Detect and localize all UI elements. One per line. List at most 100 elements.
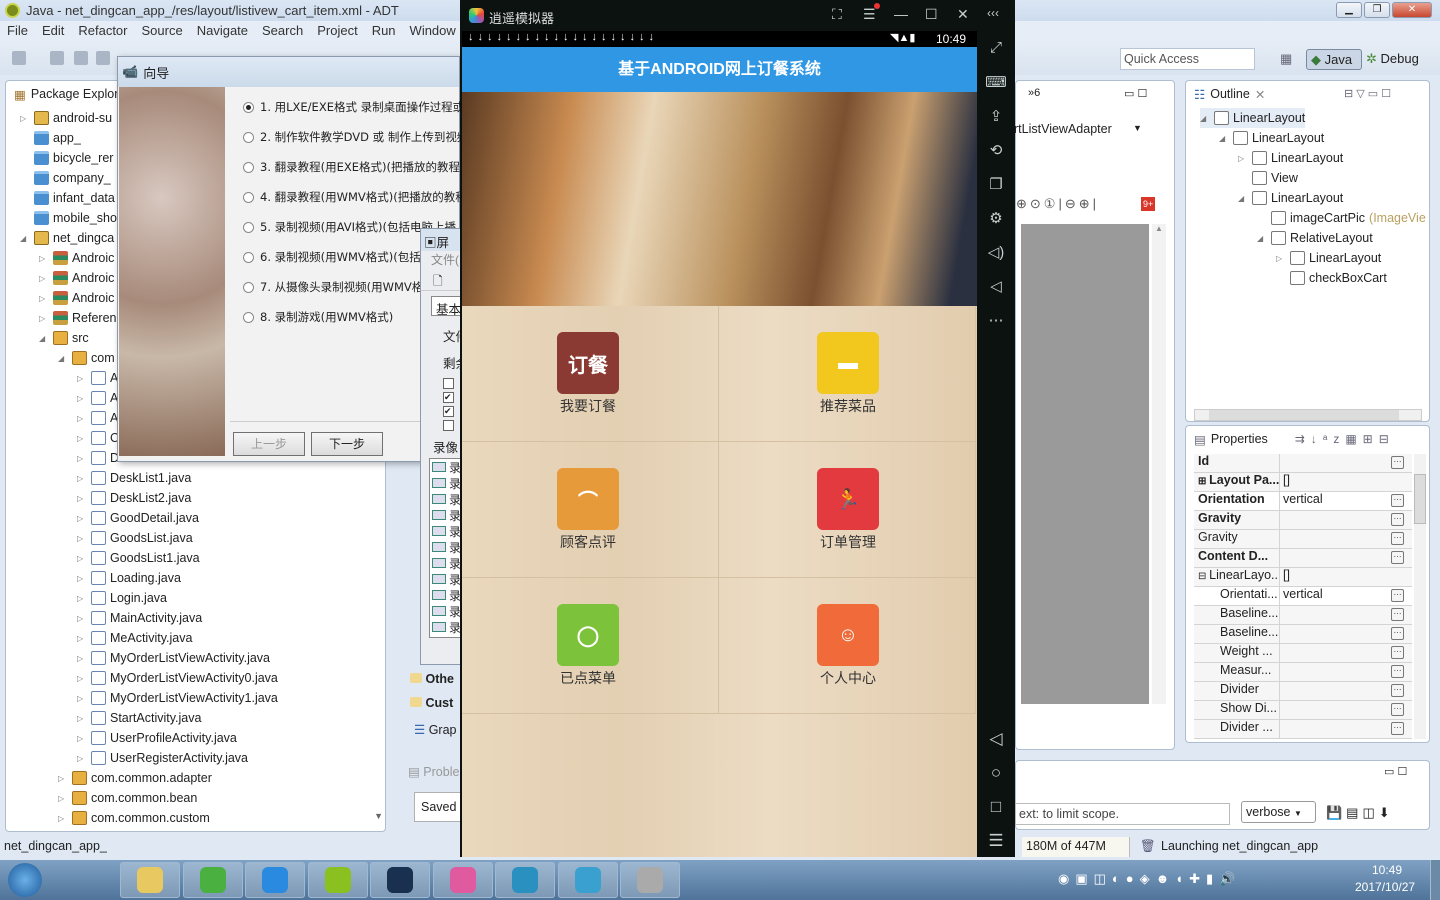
- tree-item[interactable]: ▷ DeskList2.java: [77, 488, 191, 508]
- multi-window-icon[interactable]: ❐: [985, 175, 1007, 193]
- tree-item[interactable]: ▷ UserProfileActivity.java: [77, 728, 237, 748]
- radio-button[interactable]: [243, 101, 254, 113]
- property-edit-button[interactable]: ···: [1391, 627, 1404, 640]
- tree-arrow-icon[interactable]: ◢: [1257, 234, 1267, 243]
- expand-arrow-icon[interactable]: ▷: [58, 814, 68, 823]
- expand-arrow-icon[interactable]: ▷: [39, 254, 49, 263]
- next-button[interactable]: 下一步: [311, 432, 383, 456]
- minimize-view-icon[interactable]: ▭ ☐: [1124, 87, 1147, 100]
- property-edit-button[interactable]: ···: [1391, 665, 1404, 678]
- tree-item[interactable]: ▷ Androic: [39, 248, 114, 268]
- tree-item[interactable]: ▷ C: [77, 428, 119, 448]
- print-icon[interactable]: [96, 51, 110, 65]
- tree-item[interactable]: ▷ D: [77, 448, 119, 468]
- layout-canvas[interactable]: [1021, 224, 1149, 704]
- menu-window[interactable]: Window: [403, 21, 463, 41]
- expand-arrow-icon[interactable]: ▷: [77, 674, 87, 683]
- menu-cell-2[interactable]: ▬ 推荐菜品: [719, 306, 976, 442]
- property-row[interactable]: Baseline... ···: [1194, 606, 1412, 625]
- dialog2-menu[interactable]: 文件(: [421, 251, 464, 269]
- taskbar-screen-recorder[interactable]: [620, 862, 680, 898]
- checkbox[interactable]: [443, 420, 454, 431]
- collapse-sidebar-icon[interactable]: ‹‹‹: [987, 6, 999, 20]
- expand-arrow-icon[interactable]: ▷: [39, 274, 49, 283]
- taskbar-file-explorer[interactable]: [120, 862, 180, 898]
- menu-cell-6[interactable]: ☺ 个人中心: [719, 578, 976, 714]
- tree-item[interactable]: ▷ com.common.custom: [58, 808, 210, 828]
- tree-item[interactable]: ▷ MainActivity.java: [77, 608, 202, 628]
- editor-tabs-overflow[interactable]: »6: [1028, 87, 1040, 99]
- back-icon[interactable]: ◁: [985, 729, 1007, 749]
- properties-scrollbar[interactable]: [1414, 454, 1426, 739]
- tree-arrow-icon[interactable]: ◢: [1219, 134, 1229, 143]
- property-edit-button[interactable]: ···: [1391, 722, 1404, 735]
- tree-item[interactable]: company_: [20, 168, 111, 188]
- outline-item[interactable]: ▷ LinearLayout: [1276, 248, 1381, 268]
- tree-item[interactable]: ◢ src: [39, 328, 89, 348]
- collapse-arrow-icon[interactable]: ◢: [58, 354, 68, 363]
- tree-item[interactable]: ▷ A: [77, 368, 118, 388]
- menu-edit[interactable]: Edit: [35, 21, 71, 41]
- screenshot-icon[interactable]: ⛶: [832, 6, 842, 23]
- expand-icon[interactable]: ⊞: [1198, 476, 1209, 487]
- recording-list-item[interactable]: 录: [430, 491, 463, 507]
- tree-item[interactable]: ▷ com.common.bean: [58, 788, 197, 808]
- expand-arrow-icon[interactable]: ▷: [58, 794, 68, 803]
- checkbox[interactable]: ✔: [443, 406, 454, 417]
- save-all-icon[interactable]: [74, 51, 88, 65]
- taskbar-media-player[interactable]: [495, 862, 555, 898]
- expand-arrow-icon[interactable]: ▷: [77, 414, 87, 423]
- close-tab-icon[interactable]: ✕: [1255, 87, 1265, 102]
- logcat-view-controls-icons[interactable]: ▭ ☐: [1384, 765, 1407, 778]
- tree-item[interactable]: ▷ A: [77, 408, 118, 428]
- graphical-layout-tab[interactable]: ☰ Grap: [414, 722, 457, 737]
- tree-item[interactable]: ▷ com.common.adapter: [58, 768, 212, 788]
- tree-item[interactable]: ▷ MyOrderListViewActivity1.java: [77, 688, 278, 708]
- recording-list-item[interactable]: 录: [430, 523, 463, 539]
- tree-item[interactable]: ▷ A: [77, 388, 118, 408]
- collapse-icon[interactable]: ⊟: [1198, 571, 1209, 582]
- menu-run[interactable]: Run: [365, 21, 403, 41]
- tree-item[interactable]: ▷ GoodsList.java: [77, 528, 193, 548]
- outline-item[interactable]: View: [1238, 168, 1298, 188]
- tree-item[interactable]: app_: [20, 128, 81, 148]
- expand-arrow-icon[interactable]: ▷: [77, 654, 87, 663]
- tree-item[interactable]: ▷ GoodDetail.java: [77, 508, 199, 528]
- tree-item[interactable]: ▷ Login.java: [77, 588, 167, 608]
- tree-item[interactable]: ▷ Loading.java: [77, 568, 181, 588]
- recording-list-item[interactable]: 录: [430, 475, 463, 491]
- minimize-button[interactable]: ▁: [1336, 2, 1362, 18]
- tree-item[interactable]: ▷ Referen: [39, 308, 116, 328]
- properties-tab[interactable]: ▤ Properties ⇉↓ᵃz▦⊞⊟: [1186, 426, 1429, 452]
- expand-arrow-icon[interactable]: ▷: [77, 714, 87, 723]
- expand-arrow-icon[interactable]: ▷: [77, 554, 87, 563]
- property-edit-button[interactable]: ···: [1391, 703, 1404, 716]
- property-value[interactable]: [1280, 549, 1391, 567]
- tree-arrow-icon[interactable]: ▷: [1238, 154, 1248, 163]
- property-value[interactable]: []: [1280, 568, 1412, 586]
- apk-install-icon[interactable]: ⇪: [985, 107, 1007, 125]
- property-edit-button[interactable]: ···: [1391, 551, 1404, 564]
- tree-item[interactable]: ▷ android-su: [20, 108, 112, 128]
- screen-rotate-icon[interactable]: ⟲: [985, 141, 1007, 159]
- expand-arrow-icon[interactable]: ▷: [77, 454, 87, 463]
- property-row[interactable]: ⊞ Layout Pa...[]: [1194, 473, 1412, 492]
- property-value[interactable]: [1280, 644, 1391, 662]
- menu-navigate[interactable]: Navigate: [190, 21, 255, 41]
- lint-warnings-badge[interactable]: 9+: [1141, 197, 1156, 211]
- taskbar-typora[interactable]: [370, 862, 430, 898]
- system-tray-icons[interactable]: ◉▣◫◐●◈☻◖✚▮🔊: [1058, 871, 1241, 887]
- start-button[interactable]: [8, 863, 42, 897]
- property-value[interactable]: [1280, 625, 1391, 643]
- show-desktop-button[interactable]: [1430, 860, 1440, 900]
- radio-button[interactable]: [243, 131, 254, 143]
- outline-item[interactable]: ◢ LinearLayout: [1200, 108, 1306, 128]
- problems-tab[interactable]: ▤ Proble: [408, 764, 459, 779]
- property-value[interactable]: [1280, 682, 1391, 700]
- wizard-option[interactable]: 4. 翻录教程(用WMV格式)(把播放的教程: [243, 189, 467, 205]
- new-doc-icon[interactable]: 🗋: [421, 269, 464, 291]
- taskbar-baidu-netdisk[interactable]: [245, 862, 305, 898]
- property-row[interactable]: Content D... ···: [1194, 549, 1412, 568]
- expand-arrow-icon[interactable]: ▷: [77, 614, 87, 623]
- expand-arrow-icon[interactable]: ▷: [77, 434, 87, 443]
